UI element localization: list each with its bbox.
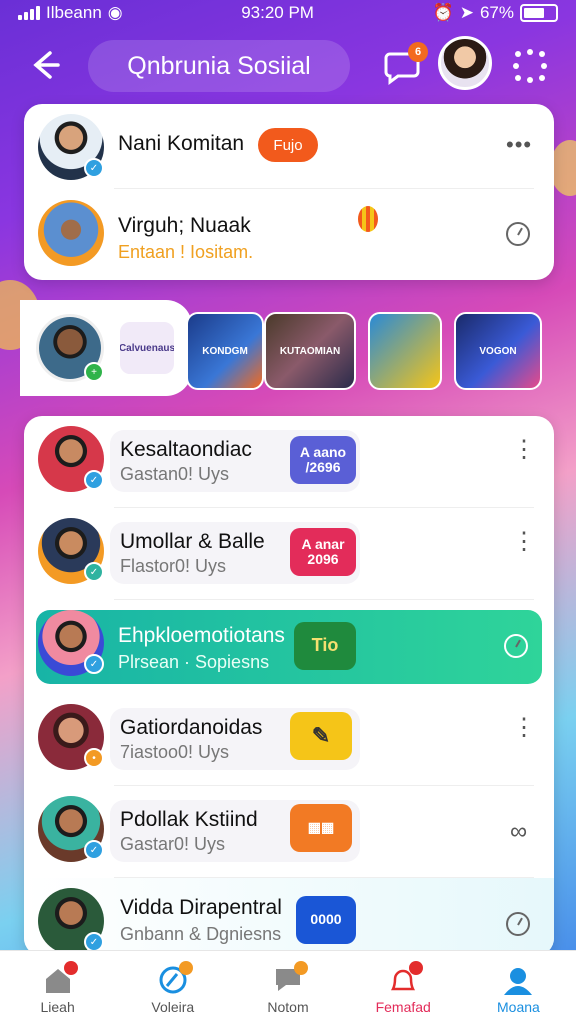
list-item[interactable]: • Gatiordanoidas 7iastoo0! Uys ✎ ⋮ bbox=[24, 694, 554, 786]
verified-icon: ✓ bbox=[84, 562, 104, 582]
clock-icon[interactable] bbox=[506, 912, 530, 936]
contact-subtitle: Flastor0! Uys bbox=[120, 556, 227, 576]
contact-subtitle: Gastar0! Uys bbox=[120, 834, 226, 854]
bell-icon bbox=[387, 961, 424, 995]
more-vertical-icon[interactable]: ⋮ bbox=[512, 530, 536, 554]
gift-icon[interactable]: ✎ bbox=[290, 712, 352, 760]
wifi-icon: ◉ bbox=[107, 3, 123, 22]
clock-time: 93:20 PM bbox=[241, 3, 314, 22]
label-tag[interactable]: A anar 2096 bbox=[290, 528, 356, 576]
verified-icon: ✓ bbox=[84, 654, 104, 674]
back-arrow-icon[interactable] bbox=[28, 48, 62, 82]
verified-icon: ✓ bbox=[84, 932, 104, 952]
chat-list: ✓ Kesaltaondiac Gastan0! Uys A aano /269… bbox=[24, 416, 554, 956]
contact-subtitle: 7iastoo0! Uys bbox=[120, 742, 230, 762]
tab-home[interactable]: Lieah bbox=[0, 951, 115, 1024]
tab-label: Voleira bbox=[151, 999, 195, 1015]
tab-label: Moana bbox=[497, 999, 540, 1015]
tab-profile[interactable]: Moana bbox=[461, 951, 576, 1024]
add-story-icon: + bbox=[84, 362, 104, 382]
tab-activity[interactable]: Femafad bbox=[346, 951, 461, 1024]
chat-badge: 6 bbox=[408, 42, 428, 62]
my-story[interactable]: + Calvuenaus bbox=[20, 300, 192, 396]
avatar[interactable] bbox=[38, 200, 104, 266]
page-title: Qnbrunia Sosiial bbox=[88, 40, 350, 92]
balloon-icon bbox=[358, 206, 378, 232]
alarm-icon: ⏰ bbox=[432, 3, 454, 22]
verified-icon: ✓ bbox=[84, 470, 104, 490]
contact-name: Gatiordanoidas bbox=[120, 716, 263, 739]
more-icon[interactable]: ••• bbox=[506, 132, 532, 158]
divider bbox=[114, 188, 534, 189]
list-item[interactable]: ✓ Umollar & Balle Flastor0! Uys A anar 2… bbox=[24, 508, 554, 600]
carrier-name: Ilbeann bbox=[46, 3, 102, 22]
top-card: ✓ Nani Komitan Fujo ••• Virguh; Nuaak En… bbox=[24, 104, 554, 280]
status-pill[interactable]: Fujo bbox=[258, 128, 318, 162]
notification-dot bbox=[63, 961, 78, 975]
story-tile[interactable]: Calvuenaus bbox=[118, 320, 176, 376]
clock-icon[interactable] bbox=[506, 222, 530, 246]
contact-name: Vidda Dirapentral bbox=[120, 896, 282, 919]
verified-icon: ✓ bbox=[84, 158, 104, 178]
tab-label: Femafad bbox=[375, 999, 431, 1015]
battery-icon bbox=[520, 4, 558, 22]
compass-icon bbox=[157, 961, 193, 995]
notification-dot bbox=[178, 961, 193, 975]
story-strip: + Calvuenaus KONDGM KUTAOMIAN VOGON bbox=[0, 296, 576, 400]
story-tile[interactable]: KONDGM bbox=[186, 312, 264, 390]
notification-dot bbox=[409, 961, 424, 975]
list-item-active[interactable]: ✓ Ehpkloemotiotans Plrsean · Sopiesns Ti… bbox=[36, 610, 542, 684]
label-tag[interactable]: 0000 bbox=[296, 896, 356, 944]
chat-button[interactable]: 6 bbox=[384, 42, 428, 86]
label-tag[interactable]: Tio bbox=[294, 622, 356, 670]
profile-icon bbox=[502, 965, 534, 995]
status-bar: Ilbeann ◉ 93:20 PM ⏰ ➤ 67% bbox=[0, 0, 576, 26]
tab-explore[interactable]: Voleira bbox=[115, 951, 230, 1024]
tab-label: Lieah bbox=[40, 999, 75, 1015]
contact-name: Pdollak Kstiind bbox=[120, 808, 258, 831]
location-icon: ➤ bbox=[459, 3, 474, 22]
contact-name: Kesaltaondiac bbox=[120, 438, 252, 461]
list-item[interactable]: ✓ Vidda Dirapentral Gnbann & Dgniesns 00… bbox=[24, 878, 554, 956]
list-item[interactable]: ✓ Pdollak Kstiind Gastar0! Uys ▦▦ ∞ bbox=[24, 786, 554, 878]
profile-avatar[interactable] bbox=[438, 36, 492, 90]
signal-icon bbox=[18, 6, 40, 20]
contact-name: Ehpkloemotiotans bbox=[118, 624, 285, 647]
contact-subtitle: Gastan0! Uys bbox=[120, 464, 230, 484]
story-tile[interactable]: VOGON bbox=[454, 312, 542, 390]
grid-menu-icon[interactable] bbox=[512, 48, 548, 84]
more-vertical-icon[interactable]: ⋮ bbox=[512, 438, 536, 462]
more-vertical-icon[interactable]: ⋮ bbox=[512, 716, 536, 740]
verified-icon: ✓ bbox=[84, 840, 104, 860]
list-item[interactable]: ✓ Kesaltaondiac Gastan0! Uys A aano /269… bbox=[24, 416, 554, 508]
status-icon: • bbox=[84, 748, 104, 768]
label-tag[interactable]: A aano /2696 bbox=[290, 436, 356, 484]
bottom-tab-bar: Lieah Voleira Notom Femafad Moana bbox=[0, 950, 576, 1024]
chat-bubble-icon bbox=[272, 961, 308, 995]
contact-name: Nani Komitan bbox=[118, 132, 245, 155]
contact-name: Virguh; Nuaak bbox=[118, 214, 251, 237]
link-icon[interactable]: ∞ bbox=[510, 818, 527, 846]
story-tile[interactable] bbox=[368, 312, 442, 390]
top-bar: Qnbrunia Sosiial 6 bbox=[0, 36, 576, 96]
contact-subtitle: Gnbann & Dgniesns bbox=[120, 924, 282, 944]
clock-icon[interactable] bbox=[504, 634, 528, 658]
story-tile[interactable]: KUTAOMIAN bbox=[264, 312, 356, 390]
notification-dot bbox=[294, 961, 308, 975]
home-icon bbox=[42, 961, 78, 995]
contact-name: Umollar & Balle bbox=[120, 530, 265, 553]
tab-label: Notom bbox=[267, 999, 309, 1015]
contact-subtitle: Entaan ! Iositam. bbox=[118, 242, 254, 262]
contact-subtitle: Plrsean · Sopiesns bbox=[118, 652, 270, 672]
battery-percent: 67% bbox=[479, 3, 514, 22]
tab-messages[interactable]: Notom bbox=[230, 951, 345, 1024]
ticket-icon[interactable]: ▦▦ bbox=[290, 804, 352, 852]
